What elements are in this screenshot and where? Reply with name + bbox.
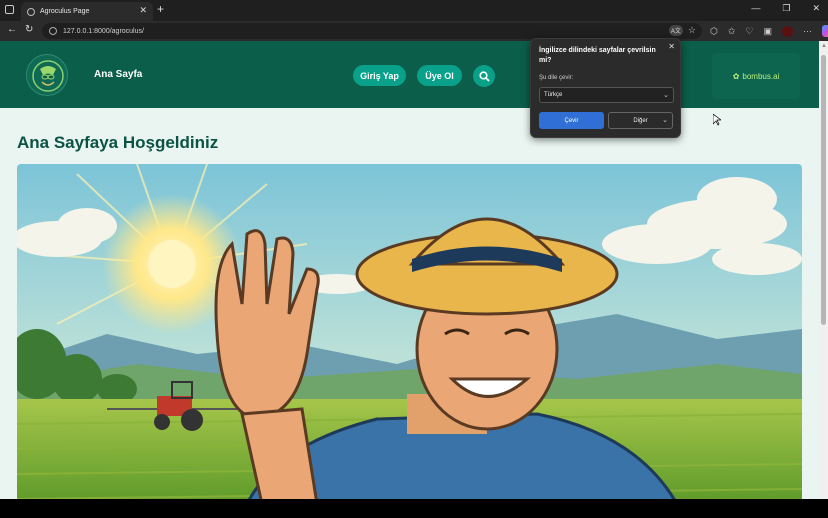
minimize-icon[interactable]: — xyxy=(751,3,760,14)
other-options-button[interactable]: Diğer ⌄ xyxy=(608,112,673,129)
collections-icon[interactable]: ▣ xyxy=(763,26,772,37)
page-scrollbar[interactable]: ▲ xyxy=(819,41,828,499)
url-text: 127.0.0.1:8000/agroculus/ xyxy=(63,27,144,35)
page-viewport: Ana Sayfa Giriş Yap Üye Ol ✿ bombus.ai A… xyxy=(0,41,828,499)
copilot-icon[interactable] xyxy=(822,25,828,37)
scroll-up-icon[interactable]: ▲ xyxy=(821,43,827,49)
translate-button[interactable]: Çevir xyxy=(539,112,604,129)
login-button[interactable]: Giriş Yap xyxy=(353,65,406,86)
restore-icon[interactable]: ❐ xyxy=(782,3,790,14)
translate-icon[interactable]: A文 xyxy=(668,25,683,36)
tab-bar: Agroculus Page ✕ + — ❐ ✕ xyxy=(0,0,828,21)
profile-avatar[interactable] xyxy=(782,25,793,37)
taskbar-strip xyxy=(0,499,828,518)
scrollbar-thumb[interactable] xyxy=(821,55,826,325)
other-options-label: Diğer xyxy=(633,117,648,124)
site-info-icon[interactable] xyxy=(49,27,57,35)
page-title: Ana Sayfaya Hoşgeldiniz xyxy=(17,133,219,152)
favorite-star-icon[interactable]: ☆ xyxy=(688,25,696,36)
back-icon[interactable]: ← xyxy=(7,24,17,35)
selected-language: Türkçe xyxy=(544,92,563,98)
address-bar[interactable]: 127.0.0.1:8000/agroculus/ A文 ☆ xyxy=(42,23,702,39)
partner-logo[interactable]: ✿ bombus.ai xyxy=(712,53,800,99)
more-menu-icon[interactable]: ··· xyxy=(803,26,812,36)
globe-icon xyxy=(27,7,35,16)
bee-icon: ✿ xyxy=(732,71,740,81)
partner-logo-text: bombus.ai xyxy=(742,71,780,81)
mouse-cursor-icon xyxy=(713,114,721,126)
brand-title[interactable]: Ana Sayfa xyxy=(94,69,142,80)
search-button[interactable] xyxy=(473,65,495,87)
browser-toolbar: ← ↻ 127.0.0.1:8000/agroculus/ A文 ☆ ⬡ ✩ ♡… xyxy=(0,21,828,41)
popup-title: İngilizce dilindeki sayfalar çevrilsin m… xyxy=(539,47,656,64)
tab-title: Agroculus Page xyxy=(40,8,90,15)
extensions-icon[interactable]: ⬡ xyxy=(710,26,718,37)
close-tab-icon[interactable]: ✕ xyxy=(139,5,147,16)
refresh-icon[interactable]: ↻ xyxy=(25,24,33,35)
site-logo[interactable] xyxy=(26,54,68,96)
new-tab-button[interactable]: + xyxy=(157,2,164,16)
search-icon xyxy=(478,70,490,82)
translate-to-label: Şu dile çevir: xyxy=(539,75,574,81)
toolbar-icons: ⬡ ✩ ♡ ▣ ··· xyxy=(710,25,828,37)
browser-essentials-icon[interactable]: ♡ xyxy=(745,26,753,37)
tab-actions-icon[interactable] xyxy=(5,5,14,14)
hero-image xyxy=(17,164,802,499)
translate-popup: ✕ İngilizce dilindeki sayfalar çevrilsin… xyxy=(530,38,681,138)
chevron-down-icon: ⌄ xyxy=(662,117,668,124)
language-select[interactable]: Türkçe ⌄ xyxy=(539,87,674,103)
browser-tab[interactable]: Agroculus Page ✕ xyxy=(21,2,153,21)
site-header: Ana Sayfa Giriş Yap Üye Ol ✿ bombus.ai xyxy=(0,41,819,108)
close-window-icon[interactable]: ✕ xyxy=(812,3,820,14)
window-controls: — ❐ ✕ xyxy=(751,3,820,14)
signup-button[interactable]: Üye Ol xyxy=(417,65,462,86)
close-icon[interactable]: ✕ xyxy=(668,42,675,51)
chevron-down-icon: ⌄ xyxy=(663,92,669,99)
favorites-icon[interactable]: ✩ xyxy=(728,26,736,37)
